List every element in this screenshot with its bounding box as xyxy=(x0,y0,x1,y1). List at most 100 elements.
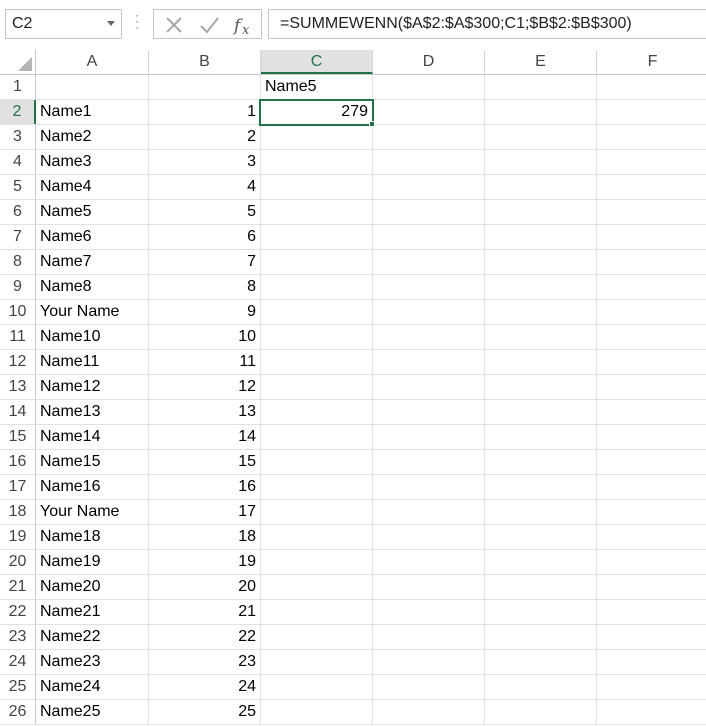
row-header[interactable]: 11 xyxy=(0,325,36,349)
cell-c[interactable] xyxy=(261,600,373,624)
cell-d[interactable] xyxy=(373,675,485,699)
chevron-down-icon[interactable] xyxy=(107,21,115,26)
cell-a[interactable]: Name2 xyxy=(36,125,149,149)
cell-d[interactable] xyxy=(373,325,485,349)
cell-c[interactable] xyxy=(261,400,373,424)
cell-b[interactable]: 18 xyxy=(149,525,261,549)
cell-d[interactable] xyxy=(373,275,485,299)
cell-e[interactable] xyxy=(485,400,597,424)
cell-f[interactable] xyxy=(597,700,706,724)
cell-e[interactable] xyxy=(485,225,597,249)
cell-d[interactable] xyxy=(373,300,485,324)
cell-f[interactable] xyxy=(597,575,706,599)
cell-c[interactable] xyxy=(261,225,373,249)
cell-a[interactable]: Name5 xyxy=(36,200,149,224)
cancel-icon[interactable] xyxy=(162,14,186,36)
cell-b[interactable]: 12 xyxy=(149,375,261,399)
cell-f[interactable] xyxy=(597,375,706,399)
cell-f[interactable] xyxy=(597,275,706,299)
row-header[interactable]: 9 xyxy=(0,275,36,299)
cell-e[interactable] xyxy=(485,450,597,474)
row-header[interactable]: 19 xyxy=(0,525,36,549)
formula-input[interactable]: =SUMMEWENN($A$2:$A$300;C1;$B$2:$B$300) xyxy=(268,9,706,39)
row-header[interactable]: 23 xyxy=(0,625,36,649)
cell-d[interactable] xyxy=(373,125,485,149)
cell-e[interactable] xyxy=(485,275,597,299)
cell-e[interactable] xyxy=(485,150,597,174)
cell-e[interactable] xyxy=(485,500,597,524)
cell-e[interactable] xyxy=(485,625,597,649)
row-header[interactable]: 17 xyxy=(0,475,36,499)
cell-e[interactable] xyxy=(485,700,597,724)
name-box[interactable]: C2 xyxy=(5,9,122,39)
row-header[interactable]: 13 xyxy=(0,375,36,399)
cell-d[interactable] xyxy=(373,600,485,624)
cell-b[interactable]: 21 xyxy=(149,600,261,624)
row-header[interactable]: 8 xyxy=(0,250,36,274)
row-header[interactable]: 3 xyxy=(0,125,36,149)
cell-b[interactable]: 20 xyxy=(149,575,261,599)
cell-d[interactable] xyxy=(373,100,485,124)
column-header-c[interactable]: C xyxy=(261,50,373,74)
row-header[interactable]: 6 xyxy=(0,200,36,224)
cell-e[interactable] xyxy=(485,550,597,574)
cell-f[interactable] xyxy=(597,350,706,374)
cell-e[interactable] xyxy=(485,300,597,324)
cell-e[interactable] xyxy=(485,375,597,399)
row-header[interactable]: 16 xyxy=(0,450,36,474)
row-header[interactable]: 18 xyxy=(0,500,36,524)
cell-d[interactable] xyxy=(373,250,485,274)
cell-a[interactable]: Name15 xyxy=(36,450,149,474)
cell-d[interactable] xyxy=(373,500,485,524)
column-header-a[interactable]: A xyxy=(36,50,149,74)
cell-b[interactable]: 17 xyxy=(149,500,261,524)
cell-c[interactable] xyxy=(261,550,373,574)
column-header-f[interactable]: F xyxy=(597,50,706,74)
cell-e[interactable] xyxy=(485,575,597,599)
vertical-dots-icon[interactable]: · · · xyxy=(134,9,140,38)
cell-e[interactable] xyxy=(485,675,597,699)
cell-a[interactable]: Your Name xyxy=(36,500,149,524)
cell-b[interactable]: 16 xyxy=(149,475,261,499)
cell-a[interactable]: Name19 xyxy=(36,550,149,574)
cell-c[interactable] xyxy=(261,500,373,524)
cell-d[interactable] xyxy=(373,650,485,674)
row-header[interactable]: 5 xyxy=(0,175,36,199)
cell-a[interactable]: Name12 xyxy=(36,375,149,399)
cell-a[interactable]: Name7 xyxy=(36,250,149,274)
cell-f[interactable] xyxy=(597,300,706,324)
cell-e[interactable] xyxy=(485,75,597,99)
cell-b[interactable]: 5 xyxy=(149,200,261,224)
cell-c[interactable] xyxy=(261,525,373,549)
cell-b[interactable]: 24 xyxy=(149,675,261,699)
cell-a[interactable]: Name16 xyxy=(36,475,149,499)
cell-e[interactable] xyxy=(485,100,597,124)
cell-c[interactable] xyxy=(261,150,373,174)
cell-a[interactable]: Name24 xyxy=(36,675,149,699)
cell-d[interactable] xyxy=(373,200,485,224)
column-header-d[interactable]: D xyxy=(373,50,485,74)
cell-a[interactable]: Your Name xyxy=(36,300,149,324)
row-header[interactable]: 24 xyxy=(0,650,36,674)
cell-a[interactable]: Name22 xyxy=(36,625,149,649)
cell-f[interactable] xyxy=(597,625,706,649)
row-header[interactable]: 10 xyxy=(0,300,36,324)
cell-d[interactable] xyxy=(373,75,485,99)
cell-c[interactable] xyxy=(261,325,373,349)
row-header[interactable]: 2 xyxy=(0,100,36,124)
cell-f[interactable] xyxy=(597,400,706,424)
cell-b[interactable]: 14 xyxy=(149,425,261,449)
cell-b[interactable]: 22 xyxy=(149,625,261,649)
cell-f[interactable] xyxy=(597,475,706,499)
cell-c[interactable] xyxy=(261,475,373,499)
column-header-e[interactable]: E xyxy=(485,50,597,74)
cell-c[interactable] xyxy=(261,200,373,224)
cell-d[interactable] xyxy=(373,525,485,549)
insert-function-icon[interactable]: f x xyxy=(232,14,256,36)
row-header[interactable]: 4 xyxy=(0,150,36,174)
cell-e[interactable] xyxy=(485,600,597,624)
cell-e[interactable] xyxy=(485,525,597,549)
row-header[interactable]: 1 xyxy=(0,75,36,99)
cell-f[interactable] xyxy=(597,200,706,224)
cell-b[interactable]: 11 xyxy=(149,350,261,374)
